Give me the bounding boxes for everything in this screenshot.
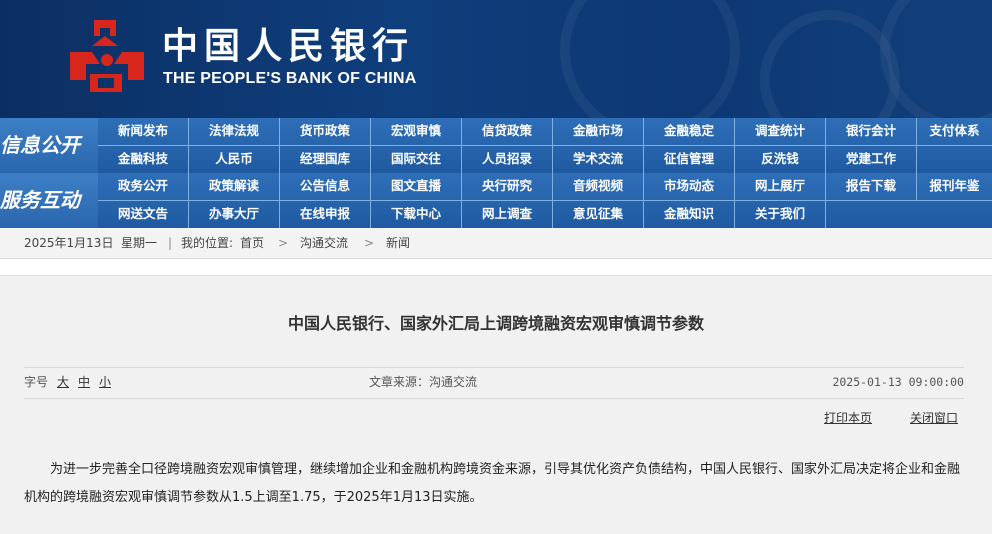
nav-row: 新闻发布 法律法规 货币政策 宏观审慎 信贷政策 金融市场 金融稳定 调查统计 …	[98, 118, 992, 146]
article-source: 文章来源：沟通交流	[369, 375, 478, 389]
nav-section-service: 服务互动 政务公开 政策解读 公告信息 图文直播 央行研究 音频视频 市场动态 …	[0, 173, 992, 228]
nav-item[interactable]: 意见征集	[553, 201, 644, 228]
breadcrumb-home-link[interactable]: 首页	[240, 228, 264, 258]
article-content: 中国人民银行、国家外汇局上调跨境融资宏观审慎调节参数 字号 大 中 小 文章来源…	[0, 275, 992, 534]
nav-row: 金融科技 人民币 经理国库 国际交往 人员招录 学术交流 征信管理 反洗钱 党建…	[98, 146, 992, 173]
article-meta-bar: 字号 大 中 小 文章来源：沟通交流 2025-01-13 09:00:00	[24, 367, 964, 399]
nav-section-label-info[interactable]: 信息公开	[0, 118, 98, 173]
nav-item[interactable]: 音频视频	[553, 173, 644, 200]
nav-item[interactable]: 市场动态	[644, 173, 735, 200]
nav-item[interactable]: 关于我们	[735, 201, 826, 228]
nav-item[interactable]: 网上展厅	[735, 173, 826, 200]
nav-item[interactable]: 网上调查	[462, 201, 553, 228]
breadcrumb-link-communication[interactable]: 沟通交流	[300, 228, 348, 258]
nav-item[interactable]: 网送文告	[98, 201, 189, 228]
nav-grid: 政务公开 政策解读 公告信息 图文直播 央行研究 音频视频 市场动态 网上展厅 …	[98, 173, 992, 228]
nav-row: 网送文告 办事大厅 在线申报 下载中心 网上调查 意见征集 金融知识 关于我们	[98, 201, 992, 228]
nav-item[interactable]: 新闻发布	[98, 118, 189, 145]
nav-grid: 新闻发布 法律法规 货币政策 宏观审慎 信贷政策 金融市场 金融稳定 调查统计 …	[98, 118, 992, 173]
font-size-large-link[interactable]: 大	[57, 375, 69, 389]
current-date: 2025年1月13日	[24, 236, 114, 250]
print-page-link[interactable]: 打印本页	[824, 411, 872, 425]
font-size-small-link[interactable]: 小	[99, 375, 111, 389]
nav-item[interactable]: 学术交流	[553, 146, 644, 173]
nav-item[interactable]: 金融市场	[553, 118, 644, 145]
font-size-label: 字号	[24, 375, 49, 389]
header-banner: 中国人民银行 THE PEOPLE'S BANK OF CHINA	[0, 0, 992, 118]
article-datetime: 2025-01-13 09:00:00	[832, 375, 964, 389]
nav-item[interactable]: 信贷政策	[462, 118, 553, 145]
banner-decoration	[880, 0, 992, 118]
banner-decoration	[560, 0, 740, 118]
nav-item[interactable]: 央行研究	[462, 173, 553, 200]
nav-item[interactable]: 法律法规	[189, 118, 280, 145]
nav-item[interactable]: 人员招录	[462, 146, 553, 173]
location-label: 我的位置:	[181, 236, 234, 250]
nav-item[interactable]: 党建工作	[826, 146, 917, 173]
nav-item[interactable]: 银行会计	[826, 118, 917, 145]
chevron-right-icon: >	[278, 236, 289, 250]
nav-item[interactable]: 报告下载	[826, 173, 917, 200]
nav-item[interactable]: 调查统计	[735, 118, 826, 145]
nav-section-label-service[interactable]: 服务互动	[0, 173, 98, 228]
pboc-emblem-icon[interactable]	[66, 18, 150, 96]
nav-item[interactable]: 报刊年鉴	[917, 173, 992, 200]
close-tool: 关闭窗口	[910, 409, 958, 426]
nav-item[interactable]: 下载中心	[371, 201, 462, 228]
nav-item[interactable]: 金融知识	[644, 201, 735, 228]
article-body-paragraph: 为进一步完善全口径跨境融资宏观审慎管理，继续增加企业和金融机构跨境资金来源，引导…	[24, 462, 961, 505]
breadcrumb-divider: |	[168, 236, 173, 250]
nav-item[interactable]: 政策解读	[189, 173, 280, 200]
nav-item[interactable]: 政务公开	[98, 173, 189, 200]
nav-item[interactable]: 货币政策	[280, 118, 371, 145]
nav-item[interactable]: 征信管理	[644, 146, 735, 173]
nav-item[interactable]: 支付体系	[917, 118, 992, 145]
nav-item[interactable]: 在线申报	[280, 201, 371, 228]
nav-item[interactable]: 反洗钱	[735, 146, 826, 173]
nav-item[interactable]: 图文直播	[371, 173, 462, 200]
nav-item[interactable]: 金融稳定	[644, 118, 735, 145]
breadcrumb: 2025年1月13日 星期一 | 我的位置: 首页 > 沟通交流 > 新闻	[0, 228, 992, 259]
nav-item[interactable]: 经理国库	[280, 146, 371, 173]
close-window-link[interactable]: 关闭窗口	[910, 411, 958, 425]
chevron-right-icon: >	[364, 236, 375, 250]
font-size-medium-link[interactable]: 中	[78, 375, 90, 389]
current-weekday: 星期一	[121, 236, 158, 250]
nav-item[interactable]: 公告信息	[280, 173, 371, 200]
nav-row: 政务公开 政策解读 公告信息 图文直播 央行研究 音频视频 市场动态 网上展厅 …	[98, 173, 992, 201]
nav-item[interactable]: 金融科技	[98, 146, 189, 173]
logo-chinese-title: 中国人民银行	[162, 25, 415, 67]
logo-english-title: THE PEOPLE'S BANK OF CHINA	[163, 70, 417, 87]
nav-item[interactable]: 国际交往	[371, 146, 462, 173]
nav-item[interactable]: 人民币	[189, 146, 280, 173]
nav-item[interactable]: 办事大厅	[189, 201, 280, 228]
nav-section-info: 信息公开 新闻发布 法律法规 货币政策 宏观审慎 信贷政策 金融市场 金融稳定 …	[0, 118, 992, 173]
nav-item[interactable]: 宏观审慎	[371, 118, 462, 145]
article-title: 中国人民银行、国家外汇局上调跨境融资宏观审慎调节参数	[287, 314, 704, 333]
print-tool: 打印本页	[824, 409, 872, 426]
banner-decoration	[760, 10, 900, 118]
breadcrumb-link-news[interactable]: 新闻	[386, 228, 410, 258]
